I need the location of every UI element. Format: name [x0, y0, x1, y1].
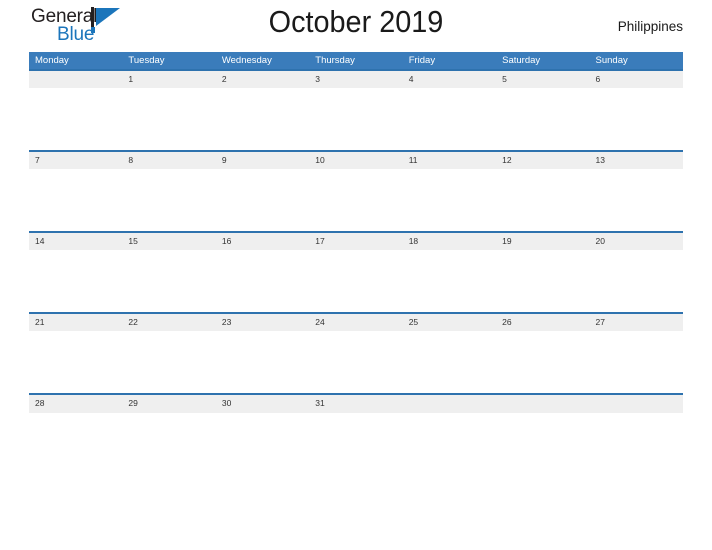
- day-number[interactable]: 1: [122, 71, 215, 88]
- day-note-cell[interactable]: [403, 88, 496, 150]
- week-date-band: 7 8 9 10 11 12 13: [29, 152, 683, 169]
- week-note-area: [29, 88, 683, 150]
- week-row: 1 2 3 4 5 6: [29, 69, 683, 150]
- day-number[interactable]: 14: [29, 233, 122, 250]
- weekday-friday: Friday: [408, 55, 436, 66]
- day-note-cell[interactable]: [496, 88, 589, 150]
- weekday-sunday: Sunday: [595, 55, 628, 66]
- day-number[interactable]: 20: [590, 233, 683, 250]
- day-number[interactable]: 19: [496, 233, 589, 250]
- day-note-cell[interactable]: [216, 250, 309, 312]
- weekday-monday: Monday: [35, 55, 69, 66]
- day-number[interactable]: 31: [309, 395, 402, 413]
- calendar-grid: Monday Tuesday Wednesday Thursday Friday…: [29, 52, 683, 474]
- day-note-cell[interactable]: [496, 331, 589, 393]
- page-title: October 2019: [268, 4, 444, 39]
- day-number[interactable]: 26: [496, 314, 589, 331]
- day-note-cell[interactable]: [29, 88, 122, 150]
- day-number[interactable]: 16: [216, 233, 309, 250]
- day-number[interactable]: 30: [216, 395, 309, 413]
- week-row: 21 22 23 24 25 26 27: [29, 312, 683, 393]
- day-number[interactable]: 18: [403, 233, 496, 250]
- page-header: General Blue October 2019 Philippines: [29, 0, 683, 52]
- week-note-area: [29, 413, 683, 475]
- week-date-band: 21 22 23 24 25 26 27: [29, 314, 683, 331]
- day-note-cell[interactable]: [309, 250, 402, 312]
- day-number[interactable]: 17: [309, 233, 402, 250]
- day-note-cell[interactable]: [216, 331, 309, 393]
- week-date-band: 14 15 16 17 18 19 20: [29, 233, 683, 250]
- day-note-cell[interactable]: [590, 331, 683, 393]
- day-number[interactable]: 27: [590, 314, 683, 331]
- day-number[interactable]: 5: [496, 71, 589, 88]
- calendar-page: General Blue October 2019 Philippines Mo…: [0, 0, 712, 550]
- day-note-cell[interactable]: [122, 88, 215, 150]
- day-note-cell[interactable]: [29, 169, 122, 231]
- day-note-cell[interactable]: [309, 88, 402, 150]
- week-row: 28 29 30 31: [29, 393, 683, 474]
- week-row: 7 8 9 10 11 12 13: [29, 150, 683, 231]
- day-number[interactable]: [590, 395, 683, 413]
- day-number[interactable]: 3: [309, 71, 402, 88]
- day-number[interactable]: 23: [216, 314, 309, 331]
- week-note-area: [29, 169, 683, 231]
- day-note-cell[interactable]: [122, 250, 215, 312]
- day-number[interactable]: 7: [29, 152, 122, 169]
- day-number[interactable]: 22: [122, 314, 215, 331]
- day-note-cell[interactable]: [216, 88, 309, 150]
- day-note-cell[interactable]: [309, 169, 402, 231]
- day-note-cell[interactable]: [122, 331, 215, 393]
- day-note-cell[interactable]: [403, 169, 496, 231]
- day-note-cell[interactable]: [29, 250, 122, 312]
- day-number[interactable]: 4: [403, 71, 496, 88]
- week-row: 14 15 16 17 18 19 20: [29, 231, 683, 312]
- weekday-saturday: Saturday: [502, 55, 541, 66]
- day-note-cell[interactable]: [590, 169, 683, 231]
- day-note-cell[interactable]: [590, 413, 683, 475]
- day-note-cell[interactable]: [216, 413, 309, 475]
- week-note-area: [29, 250, 683, 312]
- region-label: Philippines: [617, 19, 683, 34]
- day-number[interactable]: 9: [216, 152, 309, 169]
- day-number[interactable]: 28: [29, 395, 122, 413]
- day-number[interactable]: 15: [122, 233, 215, 250]
- day-number[interactable]: [403, 395, 496, 413]
- day-number[interactable]: 21: [29, 314, 122, 331]
- day-number[interactable]: 11: [403, 152, 496, 169]
- week-note-area: [29, 331, 683, 393]
- day-number[interactable]: 10: [309, 152, 402, 169]
- day-note-cell[interactable]: [403, 413, 496, 475]
- day-note-cell[interactable]: [29, 331, 122, 393]
- day-number[interactable]: 6: [590, 71, 683, 88]
- day-note-cell[interactable]: [216, 169, 309, 231]
- day-number[interactable]: 2: [216, 71, 309, 88]
- week-date-band: 28 29 30 31: [29, 395, 683, 413]
- day-note-cell[interactable]: [590, 88, 683, 150]
- day-note-cell[interactable]: [309, 413, 402, 475]
- weekday-header-row: Monday Tuesday Wednesday Thursday Friday…: [29, 52, 683, 69]
- day-number[interactable]: 29: [122, 395, 215, 413]
- day-note-cell[interactable]: [590, 250, 683, 312]
- day-note-cell[interactable]: [29, 413, 122, 475]
- week-date-band: 1 2 3 4 5 6: [29, 71, 683, 88]
- day-note-cell[interactable]: [122, 169, 215, 231]
- day-number[interactable]: [29, 71, 122, 88]
- day-note-cell[interactable]: [403, 331, 496, 393]
- day-note-cell[interactable]: [403, 250, 496, 312]
- day-note-cell[interactable]: [496, 250, 589, 312]
- weekday-thursday: Thursday: [315, 55, 355, 66]
- day-note-cell[interactable]: [496, 169, 589, 231]
- day-number[interactable]: [496, 395, 589, 413]
- day-number[interactable]: 25: [403, 314, 496, 331]
- day-number[interactable]: 8: [122, 152, 215, 169]
- day-note-cell[interactable]: [309, 331, 402, 393]
- day-number[interactable]: 12: [496, 152, 589, 169]
- day-note-cell[interactable]: [122, 413, 215, 475]
- weekday-wednesday: Wednesday: [221, 55, 272, 66]
- day-number[interactable]: 24: [309, 314, 402, 331]
- day-number[interactable]: 13: [590, 152, 683, 169]
- day-note-cell[interactable]: [496, 413, 589, 475]
- weekday-tuesday: Tuesday: [128, 55, 165, 66]
